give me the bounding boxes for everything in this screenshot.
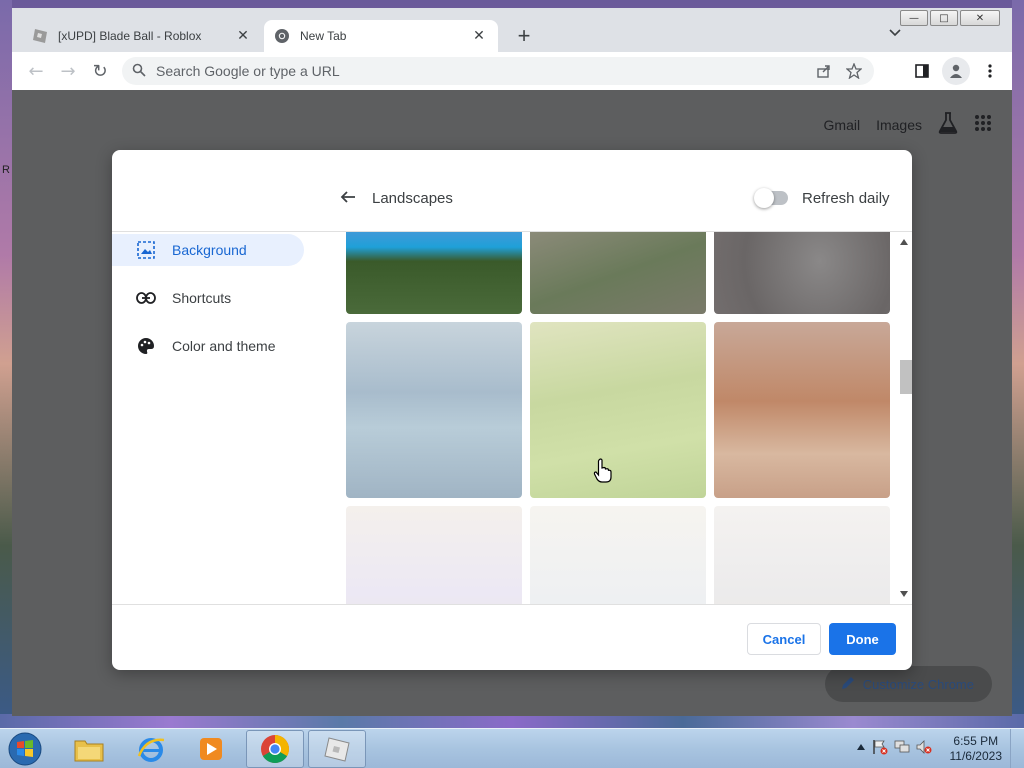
- refresh-daily-label: Refresh daily: [802, 190, 890, 207]
- desktop-wallpaper-left: [0, 0, 12, 728]
- network-icon[interactable]: [894, 739, 910, 758]
- show-hidden-icons-chevron-icon[interactable]: [856, 743, 866, 754]
- landscape-tile[interactable]: [714, 232, 890, 314]
- new-tab-page: Gmail Images Customize Chrome Landscapes…: [12, 90, 1012, 716]
- nav-item-shortcuts[interactable]: Shortcuts: [112, 282, 304, 314]
- media-player-taskbar-icon[interactable]: [182, 730, 240, 768]
- tab-new-tab[interactable]: New Tab ✕: [264, 20, 498, 52]
- refresh-daily-toggle[interactable]: [754, 188, 788, 208]
- show-desktop-button[interactable]: [1010, 729, 1024, 768]
- customize-chrome-label: Customize Chrome: [862, 676, 974, 692]
- nav-item-label: Color and theme: [172, 338, 276, 354]
- customize-dialog: Landscapes Refresh daily Background Shor…: [112, 150, 912, 670]
- minimize-button[interactable]: —: [900, 10, 928, 26]
- toolbar-actions: [910, 57, 1002, 85]
- dialog-title: Landscapes: [372, 190, 453, 207]
- landscape-tile[interactable]: [346, 506, 522, 604]
- chevron-down-icon[interactable]: [888, 26, 902, 43]
- menu-kebab-icon[interactable]: [978, 57, 1002, 85]
- share-icon[interactable]: [816, 63, 832, 82]
- profile-avatar-icon[interactable]: [942, 57, 970, 85]
- landscape-tile[interactable]: [530, 232, 706, 314]
- images-link[interactable]: Images: [876, 117, 922, 133]
- browser-toolbar: ← → ↻ Search Google or type a URL: [12, 52, 1012, 90]
- cancel-button[interactable]: Cancel: [747, 623, 821, 655]
- landscape-tile[interactable]: [530, 322, 706, 498]
- landscape-tile[interactable]: [714, 506, 890, 604]
- palette-icon: [136, 336, 156, 356]
- system-tray: [856, 739, 932, 758]
- tab-title: New Tab: [300, 29, 347, 43]
- tab-title: [xUPD] Blade Ball - Roblox: [58, 29, 202, 43]
- dialog-header: Landscapes Refresh daily: [112, 150, 912, 232]
- side-panel-icon[interactable]: [910, 57, 934, 85]
- gmail-link[interactable]: Gmail: [824, 117, 861, 133]
- close-tab-button[interactable]: ✕: [234, 27, 252, 45]
- grid-scrollbar[interactable]: [896, 232, 912, 604]
- roblox-taskbar-icon[interactable]: [308, 730, 366, 768]
- file-explorer-taskbar-icon[interactable]: [60, 730, 118, 768]
- nav-item-label: Background: [172, 242, 247, 258]
- dialog-footer: Cancel Done: [112, 604, 912, 670]
- landscape-tile[interactable]: [346, 322, 522, 498]
- top-links: Gmail Images: [824, 112, 992, 137]
- window-controls: — □ ✕: [900, 10, 1000, 26]
- roblox-favicon-icon: [32, 28, 48, 44]
- tab-roblox[interactable]: [xUPD] Blade Ball - Roblox ✕: [22, 20, 262, 52]
- chrome-favicon-icon: [274, 28, 290, 44]
- landscape-grid: [346, 232, 894, 604]
- toggle-knob: [754, 188, 774, 208]
- back-button[interactable]: ←: [22, 57, 50, 85]
- search-icon: [132, 63, 146, 80]
- landscape-tile[interactable]: [346, 232, 522, 314]
- scroll-up-arrow-icon[interactable]: [900, 238, 908, 247]
- landscape-tile[interactable]: [714, 322, 890, 498]
- nav-item-background[interactable]: Background: [112, 234, 304, 266]
- title-bar: — □ ✕ [xUPD] Blade Ball - Roblox ✕ New T…: [12, 8, 1012, 52]
- back-arrow-icon[interactable]: [340, 188, 356, 209]
- labs-flask-icon[interactable]: [938, 112, 958, 137]
- windows-taskbar: 6:55 PM 11/6/2023: [0, 728, 1024, 768]
- image-icon: [136, 240, 156, 260]
- landscape-tile[interactable]: [530, 506, 706, 604]
- browser-window: — □ ✕ [xUPD] Blade Ball - Roblox ✕ New T…: [12, 8, 1012, 716]
- chrome-taskbar-icon[interactable]: [246, 730, 304, 768]
- maximize-button[interactable]: □: [930, 10, 958, 26]
- scroll-thumb[interactable]: [900, 360, 912, 394]
- action-center-flag-icon[interactable]: [872, 739, 888, 758]
- address-bar[interactable]: Search Google or type a URL: [122, 57, 874, 85]
- scroll-down-arrow-icon[interactable]: [900, 590, 908, 599]
- reload-button[interactable]: ↻: [86, 57, 114, 85]
- pencil-icon: [841, 676, 855, 693]
- nav-item-label: Shortcuts: [172, 290, 232, 306]
- nav-item-color-and-theme[interactable]: Color and theme: [112, 330, 304, 362]
- address-placeholder: Search Google or type a URL: [156, 63, 340, 79]
- apps-grid-icon[interactable]: [974, 114, 992, 135]
- dialog-side-nav: Background Shortcuts Color and theme: [112, 232, 312, 362]
- internet-explorer-taskbar-icon[interactable]: [122, 730, 180, 768]
- desktop-wallpaper-right: [1012, 0, 1024, 728]
- close-window-button[interactable]: ✕: [960, 10, 1000, 26]
- desktop-wallpaper-bottom: [0, 714, 1024, 728]
- hand-cursor-icon: [593, 458, 613, 489]
- forward-button[interactable]: →: [54, 57, 82, 85]
- bookmark-star-icon[interactable]: [845, 62, 863, 82]
- new-tab-button[interactable]: +: [512, 23, 536, 48]
- desktop-edge-letter: R: [2, 164, 10, 176]
- clock-time: 6:55 PM: [953, 734, 999, 748]
- clock-date: 11/6/2023: [949, 749, 1003, 763]
- volume-muted-icon[interactable]: [916, 739, 932, 758]
- close-tab-button[interactable]: ✕: [470, 27, 488, 45]
- customize-chrome-button[interactable]: Customize Chrome: [824, 666, 992, 702]
- done-button[interactable]: Done: [829, 623, 896, 655]
- start-button[interactable]: [6, 731, 44, 767]
- link-icon: [136, 288, 156, 308]
- taskbar-clock[interactable]: 6:55 PM 11/6/2023: [950, 734, 1003, 764]
